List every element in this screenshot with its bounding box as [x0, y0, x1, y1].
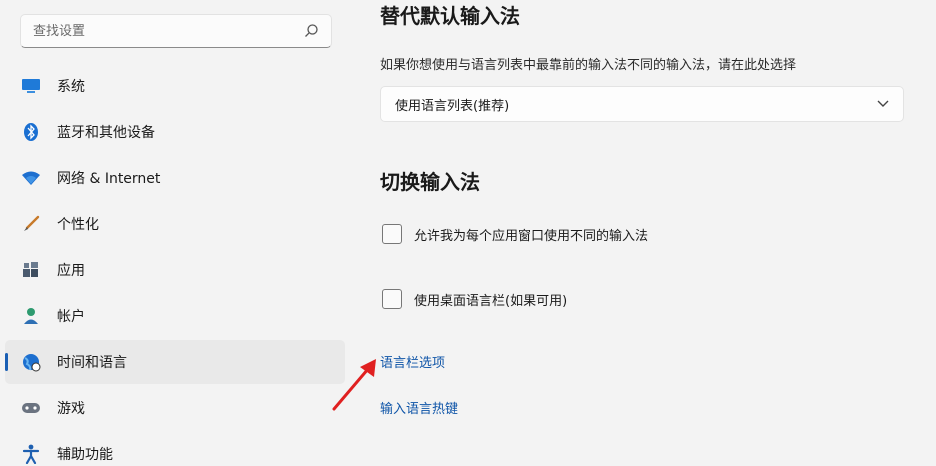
input-language-hotkeys-link[interactable]: 输入语言热键 [380, 398, 458, 417]
sidebar-item-label: 应用 [57, 263, 85, 279]
dropdown-selected-value: 使用语言列表(推荐) [395, 98, 510, 114]
sidebar: 系统 蓝牙和其他设备 网络 & Internet 个性化 应用 [0, 0, 350, 466]
annotation-arrow-icon [332, 359, 376, 411]
sidebar-item-label: 帐户 [57, 309, 85, 325]
input-method-dropdown[interactable]: 使用语言列表(推荐) [380, 86, 904, 122]
desktop-language-bar-option[interactable]: 使用桌面语言栏(如果可用) [382, 289, 567, 309]
sidebar-item-label: 系统 [57, 79, 85, 95]
sidebar-item-gaming[interactable]: 游戏 [5, 386, 345, 430]
person-icon [21, 306, 41, 326]
wifi-icon [21, 168, 41, 188]
checkbox-label: 允许我为每个应用窗口使用不同的输入法 [414, 228, 649, 244]
sidebar-item-apps[interactable]: 应用 [5, 248, 345, 292]
main-content: 替代默认输入法 如果你想使用与语言列表中最靠前的输入法不同的输入法，请在此处选择… [380, 0, 910, 466]
switch-section-title: 切换输入法 [380, 170, 480, 194]
sidebar-item-bluetooth[interactable]: 蓝牙和其他设备 [5, 110, 345, 154]
sidebar-item-label: 游戏 [57, 401, 85, 417]
sidebar-item-label: 辅助功能 [57, 447, 113, 463]
override-section-description: 如果你想使用与语言列表中最靠前的输入法不同的输入法，请在此处选择 [380, 58, 797, 73]
checkbox-label: 使用桌面语言栏(如果可用) [414, 293, 568, 309]
sidebar-item-accounts[interactable]: 帐户 [5, 294, 345, 338]
per-app-input-method-option[interactable]: 允许我为每个应用窗口使用不同的输入法 [382, 224, 648, 244]
language-bar-options-link[interactable]: 语言栏选项 [380, 352, 445, 371]
search-box[interactable] [20, 14, 332, 48]
sidebar-item-system[interactable]: 系统 [5, 64, 345, 108]
globe-clock-icon [21, 352, 41, 372]
gamepad-icon [21, 398, 41, 418]
sidebar-item-label: 时间和语言 [57, 355, 127, 371]
bluetooth-icon [21, 122, 41, 142]
sidebar-nav: 系统 蓝牙和其他设备 网络 & Internet 个性化 应用 帐户 时间和语言… [0, 62, 350, 466]
sidebar-item-network[interactable]: 网络 & Internet [5, 156, 345, 200]
accessibility-icon [21, 444, 41, 464]
sidebar-item-label: 网络 & Internet [57, 171, 161, 187]
search-input[interactable] [33, 23, 303, 39]
desktop-language-bar-checkbox[interactable] [382, 289, 402, 309]
chevron-down-icon [877, 97, 889, 112]
brush-icon [21, 214, 41, 234]
override-section-title: 替代默认输入法 [380, 4, 520, 28]
sidebar-item-time-language[interactable]: 时间和语言 [5, 340, 345, 384]
sidebar-item-personalization[interactable]: 个性化 [5, 202, 345, 246]
monitor-icon [21, 76, 41, 96]
sidebar-item-label: 蓝牙和其他设备 [57, 125, 155, 141]
sidebar-item-accessibility[interactable]: 辅助功能 [5, 432, 345, 466]
per-app-input-method-checkbox[interactable] [382, 224, 402, 244]
search-icon[interactable] [303, 23, 319, 39]
apps-icon [21, 260, 41, 280]
sidebar-item-label: 个性化 [57, 217, 99, 233]
